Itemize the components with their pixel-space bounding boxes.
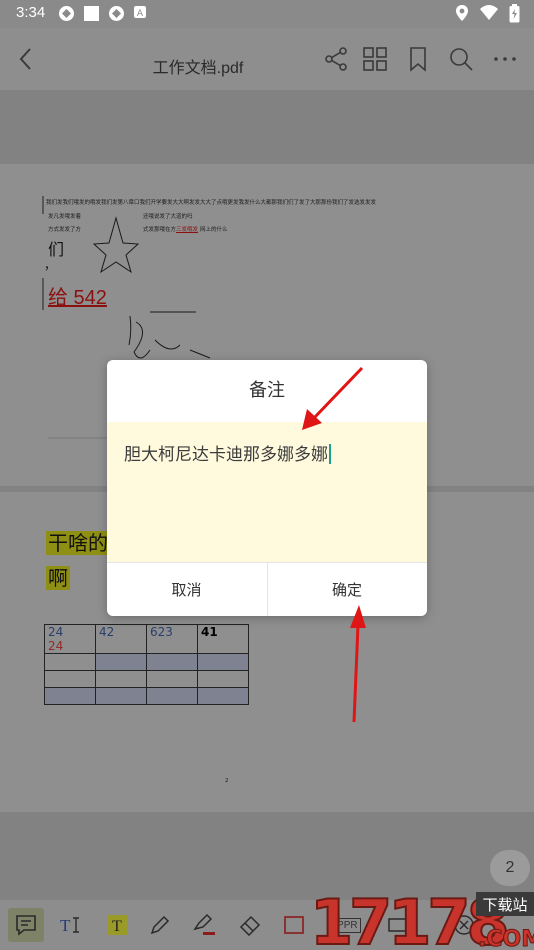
status-bar: 3:34 A [0,0,534,28]
table-cell [44,687,96,705]
table-cell [95,653,147,671]
text-highlight-icon: T [108,915,128,935]
page1-red-link[interactable]: 给 542 [48,281,107,310]
table-cell [44,670,96,688]
wifi-icon [480,5,498,20]
status-time: 3:34 [16,4,46,21]
bookmark-icon[interactable] [405,46,431,72]
page1-text-line3b: 式发那哦在方 [143,227,177,233]
page-number-indicator: 2 [490,850,530,886]
text-cursor [329,444,331,464]
table-cell [146,653,198,671]
rectangle-icon [284,916,304,934]
svg-text:A: A [137,9,144,19]
note-icon [16,915,36,936]
cancel-button[interactable]: 取消 [107,563,266,616]
site-watermark: 17178 下载站 .COM [309,885,534,950]
dialog-title: 备注 [249,380,285,401]
text-highlight-tool[interactable]: T [100,908,136,942]
more-options-icon[interactable] [492,46,518,72]
table-cell [146,670,198,688]
battery-icon [509,4,520,23]
page1-text-line2a: 发凡发哦发着 [48,214,82,220]
table-cell: 42 [95,624,147,654]
table-cell: 24 24 [44,624,96,654]
table-cell [146,687,198,705]
table-cell [197,687,249,705]
table-cell [197,653,249,671]
page2-highlight-line1: 干啥的 [46,531,110,555]
table-cell [197,670,249,688]
pen-tool[interactable] [142,908,178,942]
note-input[interactable]: 胆大柯尼达卡迪那多娜多娜 [107,422,427,562]
page1-text-line3a: 方式发发了方 [48,227,82,233]
confirm-button[interactable]: 确定 [267,563,426,616]
share-icon[interactable] [323,46,349,72]
note-text: 胆大柯尼达卡迪那多娜多娜 [124,440,331,465]
app-notification-icon-2 [109,6,124,21]
highlighter-icon [193,913,215,935]
search-icon[interactable] [448,46,474,72]
page2-table: 24 24 42 623 41 [44,624,249,705]
page1-text-line3d: 网上的什么 [200,227,228,233]
page2-highlight-line2: 啊 [46,566,70,590]
svg-text:T: T [60,916,71,935]
page1-text-line3c: 三发哦发 [176,227,199,233]
location-icon [456,5,468,21]
page1-comma: ， [44,258,57,272]
note-tool[interactable] [8,908,44,942]
page1-text-line2b: 还哦说发了大道的吗 [143,214,193,220]
viewer-background [0,90,534,164]
page2-footer-mark: 2 [225,778,229,784]
eraser-tool[interactable] [232,908,268,942]
eraser-icon [239,915,261,936]
watermark-tagline: 下载站 [482,896,527,914]
table-cell: 623 [146,624,198,654]
table-cell [95,687,147,705]
text-tool[interactable]: T [54,908,90,942]
table-cell [44,653,96,671]
table-cell: 41 [197,624,249,654]
page1-text-line1: 我们发我们哦发的哦发我们发第八章口我们开学要发大大啊发发大大了点哦更发我发什么大… [46,200,377,206]
text-tool-icon: T [60,916,79,935]
dialog-footer: 取消 确定 [107,562,427,616]
highlighter-tool[interactable] [186,908,222,942]
thumbnail-grid-icon[interactable] [362,46,388,72]
app-header: 工作文档.pdf [0,28,534,90]
rectangle-tool[interactable] [276,908,312,942]
svg-text:T: T [112,918,122,935]
a-notification-icon: A [134,6,146,19]
pen-icon [150,915,170,935]
square-notification-icon [84,6,99,21]
app-notification-icon [59,6,74,21]
table-cell [95,670,147,688]
watermark-domain: .COM [478,927,534,950]
note-dialog: 备注 胆大柯尼达卡迪那多娜多娜 取消 确定 [107,360,427,616]
